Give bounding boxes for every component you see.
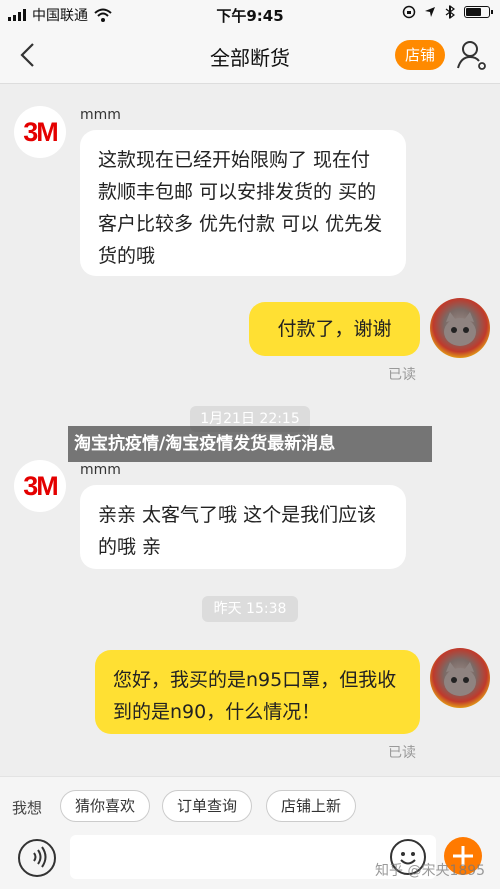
location-icon — [425, 7, 435, 17]
seller-avatar[interactable]: 3M — [14, 460, 66, 512]
sender-name: mmm — [80, 107, 121, 123]
nav-bar: 全部断货 店铺 — [0, 28, 500, 84]
cat-avatar-icon — [444, 312, 476, 346]
message-bubble-mine[interactable]: 付款了，谢谢 — [249, 302, 420, 356]
user-settings-icon[interactable] — [455, 38, 489, 72]
seller-avatar[interactable]: 3M — [14, 106, 66, 158]
cat-avatar-icon — [444, 662, 476, 696]
rotation-lock-icon — [402, 5, 416, 19]
watermark: 知乎 @宋央1895 — [375, 863, 486, 879]
article-title-banner: 淘宝抗疫情/淘宝疫情发货最新消息 — [68, 426, 432, 462]
quick-reply-chip[interactable]: 猜你喜欢 — [60, 790, 150, 822]
voice-input-button[interactable] — [18, 839, 56, 877]
battery-icon — [464, 6, 493, 18]
read-status: 已读 — [388, 745, 416, 761]
alarm-icon — [445, 5, 455, 19]
timestamp: 昨天 15:38 — [202, 596, 298, 622]
user-avatar[interactable] — [430, 648, 490, 708]
quick-reply-chip[interactable]: 店铺上新 — [266, 790, 356, 822]
quick-reply-chip[interactable]: 订单查询 — [162, 790, 252, 822]
read-status: 已读 — [388, 367, 416, 383]
quick-reply-label: 我想 — [12, 799, 43, 817]
message-bubble-seller[interactable]: 亲亲 太客气了哦 这个是我们应该的哦 亲 — [80, 485, 406, 569]
message-bubble-mine[interactable]: 您好，我买的是n95口罩，但我收到的是n90，什么情况！ — [95, 650, 420, 734]
status-bar: 中国联通 下午9:45 — [0, 0, 500, 28]
voice-icon — [33, 846, 47, 868]
sender-name: mmm — [80, 462, 121, 478]
user-avatar[interactable] — [430, 298, 490, 358]
message-bubble-seller[interactable]: 这款现在已经开始限购了 现在付款顺丰包邮 可以安排发货的 买的客户比较多 优先付… — [80, 130, 406, 276]
status-right — [402, 5, 493, 19]
shop-button[interactable]: 店铺 — [395, 40, 445, 70]
